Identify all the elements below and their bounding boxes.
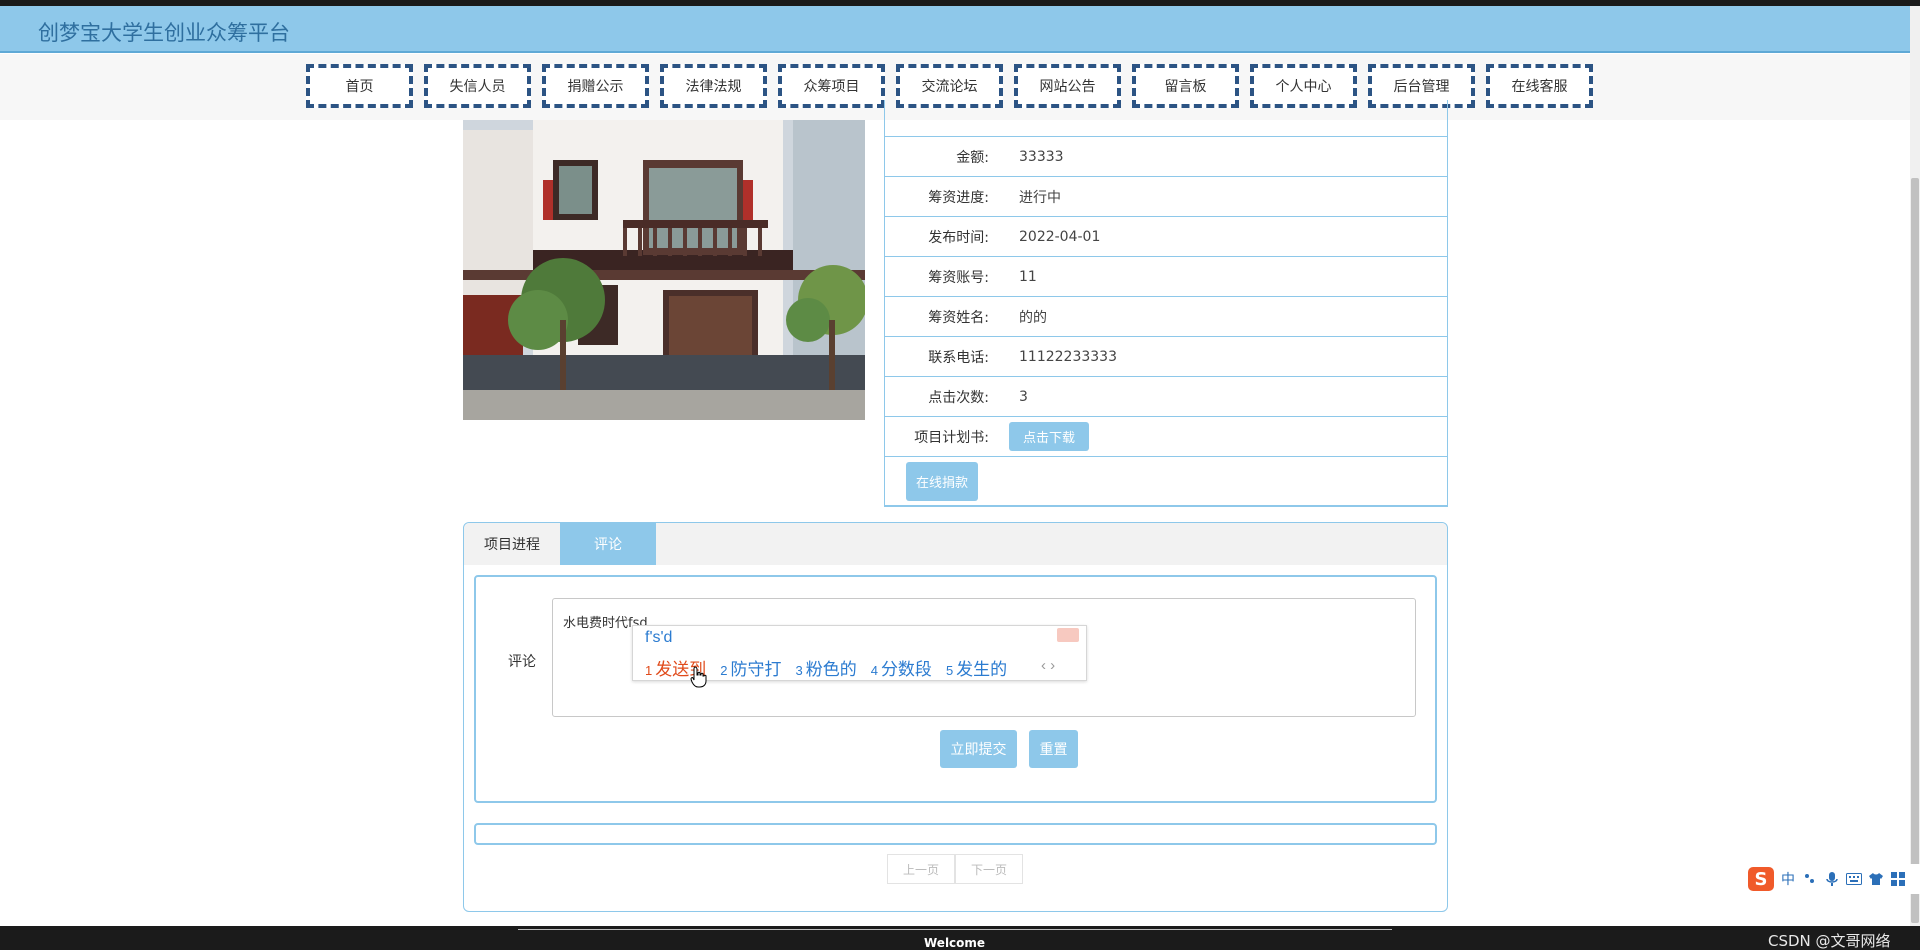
ime-candidate-3-num: 3	[795, 663, 803, 678]
submit-button[interactable]: 立即提交	[940, 730, 1017, 768]
details-row-progress: 筹资进度: 进行中	[885, 177, 1447, 217]
keyboard-icon[interactable]	[1846, 873, 1862, 885]
tab-bar: 项目进程 评论	[464, 523, 1447, 565]
name-label: 筹资姓名:	[928, 309, 989, 326]
comment-list	[474, 823, 1437, 845]
name-value: 的的	[1019, 309, 1047, 326]
details-row-publish-time: 发布时间: 2022-04-01	[885, 217, 1447, 257]
ime-candidate-2-text: 防守打	[730, 660, 782, 679]
details-row-donate: 在线捐款	[885, 457, 1447, 505]
scrollbar-thumb[interactable]	[1911, 178, 1919, 923]
account-value: 11	[1019, 268, 1037, 285]
download-button[interactable]: 点击下载	[1009, 422, 1090, 451]
details-row-clicks: 点击次数: 3	[885, 377, 1447, 417]
taskbar-divider	[518, 929, 1392, 930]
details-row-account: 筹资账号: 11	[885, 257, 1447, 297]
ime-toolbar: S 中	[1744, 864, 1920, 894]
microphone-icon[interactable]	[1824, 871, 1840, 887]
details-row-phone: 联系电话: 11122233333	[885, 337, 1447, 377]
project-details-table: 金额: 33333 筹资进度: 进行中 发布时间: 2022-04-01 筹资账…	[884, 100, 1448, 507]
sogou-logo-icon[interactable]: S	[1748, 867, 1774, 891]
details-row-plan: 项目计划书: 点击下载	[885, 417, 1447, 457]
progress-value: 进行中	[1019, 189, 1061, 206]
amount-label: 金额:	[956, 149, 989, 166]
phone-label: 联系电话:	[928, 349, 989, 366]
phone-value: 11122233333	[1019, 348, 1117, 365]
ime-candidate-5-num: 5	[945, 663, 954, 678]
details-row-cut-off	[885, 100, 1447, 137]
comment-label: 评论	[508, 654, 536, 670]
prev-page-button[interactable]: 上一页	[887, 854, 955, 884]
nav-item-home[interactable]: 首页	[306, 64, 413, 108]
project-photo	[463, 120, 865, 420]
details-row-name: 筹资姓名: 的的	[885, 297, 1447, 337]
ime-candidate-1-num: 1	[645, 663, 653, 678]
publish-time-label: 发布时间:	[928, 229, 989, 246]
nav-item-donation-publicity[interactable]: 捐赠公示	[542, 64, 649, 108]
tab-project-progress[interactable]: 项目进程	[464, 523, 560, 565]
clicks-label: 点击次数:	[928, 389, 989, 406]
taskbar: Welcome CSDN @文哥网络	[0, 926, 1920, 950]
pagination: 上一页 下一页	[887, 854, 1023, 884]
nav-item-laws[interactable]: 法律法规	[660, 64, 767, 108]
ime-candidate-5[interactable]: 5 发生的	[946, 655, 1007, 680]
hand-cursor-icon	[690, 666, 707, 688]
ime-composition: f's'd	[645, 629, 673, 646]
amount-value: 33333	[1019, 148, 1064, 165]
site-header: 创梦宝大学生创业众筹平台	[0, 6, 1910, 53]
ime-skin-icon	[1057, 628, 1079, 642]
ime-candidate-2-num: 2	[720, 663, 728, 678]
tab-comments[interactable]: 评论	[560, 523, 656, 565]
ime-candidate-4[interactable]: 4 分数段	[871, 655, 932, 680]
reset-button[interactable]: 重置	[1029, 730, 1078, 768]
details-row-amount: 金额: 33333	[885, 137, 1447, 177]
ime-page-arrows[interactable]: ‹ ›	[1041, 657, 1055, 674]
next-page-button[interactable]: 下一页	[955, 854, 1023, 884]
account-label: 筹资账号:	[928, 269, 989, 286]
ime-mode-chinese[interactable]: 中	[1780, 869, 1796, 889]
tab-panel: 项目进程 评论 评论 水电费时代fsd 立即提交 重置 上一页 下一页	[463, 522, 1448, 912]
nav-item-online-service[interactable]: 在线客服	[1486, 64, 1593, 108]
csdn-watermark: CSDN @文哥网络	[1768, 932, 1891, 950]
plan-label: 项目计划书:	[914, 429, 989, 446]
progress-label: 筹资进度:	[928, 189, 989, 206]
taskbar-welcome-text: Welcome	[924, 936, 986, 950]
publish-time-value: 2022-04-01	[1019, 228, 1101, 245]
ime-candidate-5-text: 发生的	[956, 660, 1008, 679]
site-title: 创梦宝大学生创业众筹平台	[38, 21, 290, 45]
nav-item-crowdfunding-projects[interactable]: 众筹项目	[778, 64, 885, 108]
punctuation-icon[interactable]	[1802, 872, 1818, 886]
ime-candidate-3[interactable]: 3 粉色的	[795, 655, 856, 680]
clicks-value: 3	[1019, 388, 1028, 405]
toolbox-grid-icon[interactable]	[1890, 872, 1906, 886]
skin-shirt-icon[interactable]	[1868, 872, 1884, 886]
ime-candidate-4-num: 4	[870, 663, 878, 678]
donate-button[interactable]: 在线捐款	[906, 461, 979, 501]
comment-form: 评论 水电费时代fsd 立即提交 重置	[474, 575, 1437, 803]
ime-candidate-3-text: 粉色的	[805, 660, 857, 679]
ime-candidate-2[interactable]: 2 防守打	[720, 655, 781, 680]
nav-item-dishonest-persons[interactable]: 失信人员	[424, 64, 531, 108]
ime-candidate-4-text: 分数段	[880, 660, 932, 679]
